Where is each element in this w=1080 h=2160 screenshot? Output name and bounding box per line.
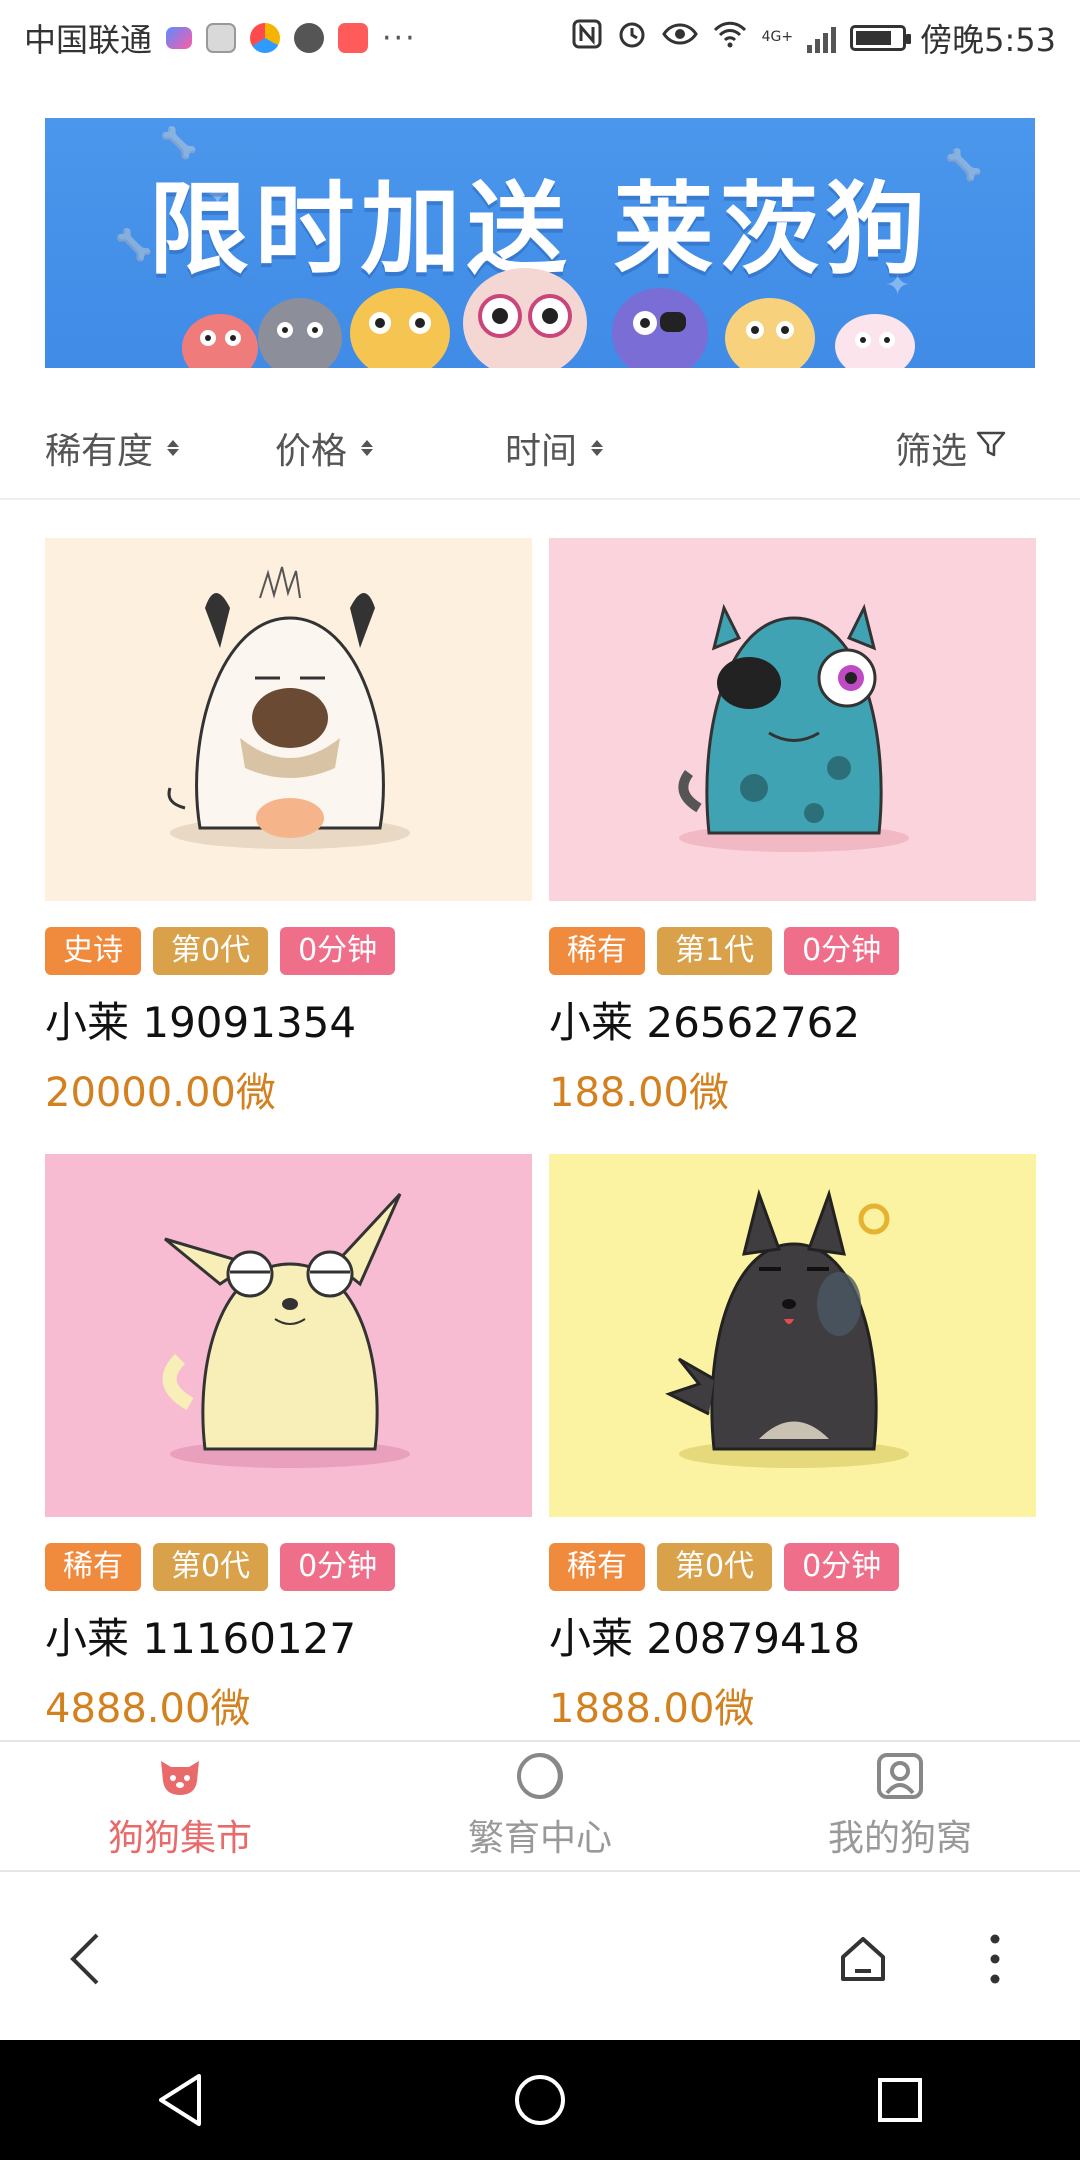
rarity-badge: 稀有 [549,927,645,975]
dog-name: 小莱 26562762 [549,998,861,1047]
cooldown-badge: 0分钟 [784,927,900,975]
black-dog-icon [665,1188,909,1468]
clock: 傍晚5:53 [920,21,1056,59]
dog-face-icon [161,1761,199,1795]
dog-image [45,1154,532,1517]
nav-recents-icon[interactable] [865,2065,935,2135]
more-vertical-icon[interactable] [960,1924,1030,1994]
sort-caret-icon [167,440,180,456]
battery-icon [850,25,912,51]
dog-image [45,538,532,901]
tab-label: 我的狗窝 [827,1818,972,1859]
sort-filter-bar: 稀有度 价格 时间 筛选 [0,400,1080,500]
chat-notification-icon [294,23,325,53]
dog-card[interactable]: 史诗 第0代 0分钟 小莱 19091354 20000.00微 [45,538,532,1118]
dog-price: 188.00微 [549,1070,729,1116]
tab-dog-market[interactable]: 狗狗集市 [0,1742,360,1870]
generation-badge: 第0代 [153,1543,269,1591]
bottom-tab-bar: 狗狗集市 繁育中心 我的狗窝 [0,1740,1080,1872]
dog-card[interactable]: 稀有 第1代 0分钟 小莱 26562762 188.00微 [549,538,1036,1118]
red-dog-icon [182,314,258,368]
nfc-icon [572,19,602,57]
gray-dog-icon [258,298,342,368]
tab-breeding-center[interactable]: 繁育中心 [360,1742,720,1870]
sort-time-button[interactable]: 时间 [505,422,604,474]
sort-rarity-button[interactable]: 稀有度 [45,422,180,474]
dog-name: 小莱 11160127 [45,1614,357,1663]
signal-icon [807,23,837,53]
generation-badge: 第1代 [657,927,773,975]
dog-price: 1888.00微 [549,1686,755,1732]
white-dog-icon [167,566,410,849]
generation-badge: 第0代 [153,927,269,975]
cooldown-badge: 0分钟 [280,1543,396,1591]
rarity-badge: 稀有 [45,1543,141,1591]
filter-label: 筛选 [895,431,968,472]
browser-notification-icon [250,23,281,53]
battery-level [856,31,892,45]
dog-name: 小莱 19091354 [45,998,357,1047]
tab-label: 狗狗集市 [107,1818,252,1859]
cooldown-badge: 0分钟 [784,1543,900,1591]
sort-caret-icon [591,440,604,456]
tab-label: 繁育中心 [467,1818,612,1859]
status-bar: 中国联通 ··· 4G+ 傍晚5:53 [0,0,1080,76]
profile-icon [877,1753,923,1799]
wifi-icon [712,19,748,57]
sort-price-label: 价格 [275,431,348,472]
promo-banner[interactable]: 🦴 🦴 ✦ 🦴 ✦ 限时加送 莱茨狗 [45,118,1035,368]
dog-price: 20000.00微 [45,1070,276,1116]
network-type-label: 4G+ [761,29,794,45]
pink-dog-icon [463,268,587,368]
card-notification-icon [206,23,237,53]
sort-rarity-label: 稀有度 [45,431,154,472]
nav-back-icon[interactable] [145,2065,215,2135]
sort-time-label: 时间 [505,431,578,472]
purple-dog-icon [612,288,708,368]
dog-image [549,538,1036,901]
rarity-badge: 史诗 [45,927,141,975]
eye-comfort-icon [661,19,698,57]
yellow-dog-icon [350,288,450,368]
corgi-dog-icon [725,298,815,368]
carrier-label: 中国联通 [24,21,153,59]
generation-badge: 第0代 [657,1543,773,1591]
system-nav-bar [0,2040,1080,2160]
funnel-icon [975,428,1007,469]
alarm-icon [616,18,648,58]
cooldown-badge: 0分钟 [280,927,396,975]
teal-pirate-dog-icon [678,603,909,852]
chihuahua-dog-icon [162,1192,410,1468]
dog-price: 4888.00微 [45,1686,251,1732]
browser-toolbar [0,1874,1080,2040]
app-notification-icon [166,27,193,49]
sort-caret-icon [361,440,374,456]
nav-home-icon[interactable] [505,2065,575,2135]
circle-icon [517,1753,563,1799]
sort-price-button[interactable]: 价格 [275,422,374,474]
cloud-notification-icon [338,23,369,53]
filter-button[interactable]: 筛选 [895,422,1007,474]
tab-my-kennel[interactable]: 我的狗窝 [720,1742,1080,1870]
home-icon[interactable] [828,1924,898,1994]
dog-card[interactable]: 稀有 第0代 0分钟 小莱 20879418 1888.00微 [549,1154,1036,1734]
more-notifications-icon: ··· [382,20,417,56]
dog-card[interactable]: 稀有 第0代 0分钟 小莱 11160127 4888.00微 [45,1154,532,1734]
back-icon[interactable] [50,1924,120,1994]
rarity-badge: 稀有 [549,1543,645,1591]
app-screen: 中国联通 ··· 4G+ 傍晚5:53 🦴 🦴 ✦ 🦴 ✦ 限时加送 莱茨狗 稀… [0,0,1080,2160]
white-pink-dog-icon [835,314,915,368]
banner-dogs-illustration [182,268,915,368]
dog-image [549,1154,1036,1517]
dog-name: 小莱 20879418 [549,1614,861,1663]
